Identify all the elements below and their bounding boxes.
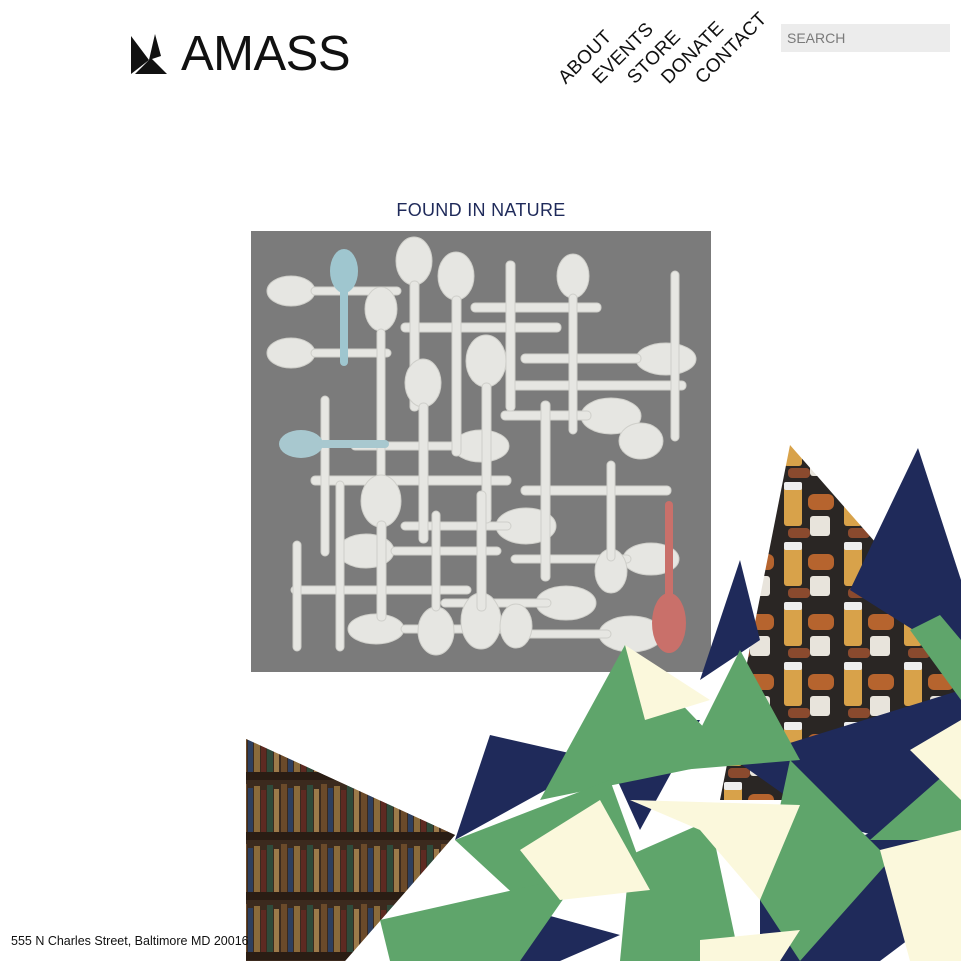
utensils-artwork xyxy=(251,231,711,672)
feature-image-plastic-utensils[interactable] xyxy=(251,231,711,672)
footer-address: 555 N Charles Street, Baltimore MD 20016 xyxy=(11,934,249,948)
main-nav: ABOUT EVENTS STORE DONATE CONTACT xyxy=(0,0,961,120)
search-input[interactable] xyxy=(781,24,950,52)
feature-title[interactable]: FOUND IN NATURE xyxy=(251,200,711,221)
